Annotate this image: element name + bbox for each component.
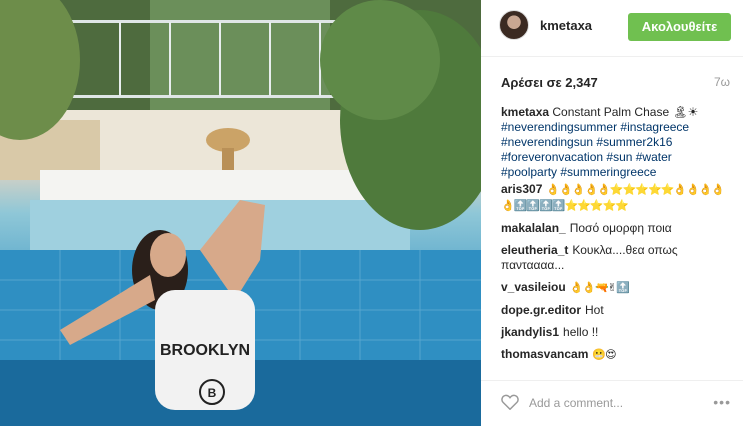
caption-username[interactable]: kmetaxa <box>501 105 549 119</box>
comment-text: Hot <box>585 303 604 317</box>
hashtag-line[interactable]: #foreveronvacation #sun #water <box>501 150 672 164</box>
more-options-icon[interactable]: ••• <box>713 394 731 410</box>
comment-item: jkandylis1 hello !! <box>501 325 733 340</box>
hashtag-line[interactable]: #neverendingsummer #instagreece <box>501 120 689 134</box>
comment-text: hello !! <box>563 325 599 339</box>
post-sidebar: kmetaxa Ακολουθείτε Αρέσει σε 2,347 7ω k… <box>481 0 743 426</box>
comment-username[interactable]: dope.gr.editor <box>501 303 581 317</box>
post-age[interactable]: 7ω <box>714 75 730 89</box>
comment-item: makalalan_ Ποσό ομορφη ποια <box>501 221 733 236</box>
hashtag-line[interactable]: #neverendingsun #summer2k16 <box>501 135 672 149</box>
comment-item: thomasvancam 😬😍 <box>501 347 733 363</box>
avatar[interactable] <box>499 10 529 40</box>
shirt-text: BROOKLYN <box>160 342 250 359</box>
post-footer: Add a comment... ••• <box>481 380 743 427</box>
comment-text: 😬😍 <box>592 349 616 361</box>
comment-item: v_vasileiou 👌👌🔫✌🔝 <box>501 280 733 296</box>
pool-scene-image: BROOKLYN B <box>0 0 481 426</box>
comment-username[interactable]: aris307 <box>501 182 542 196</box>
comment-item: eleutheria_t Κουκλα....θεα οπως πανταααα.… <box>501 243 733 273</box>
post-header: kmetaxa Ακολουθείτε <box>481 0 743 57</box>
comment-username[interactable]: thomasvancam <box>501 347 588 361</box>
comment-text: Ποσό ομορφη ποια <box>569 221 672 235</box>
heart-icon[interactable] <box>501 394 519 410</box>
post-caption: kmetaxa Constant Palm Chase 🏝☀ #neverend… <box>501 105 729 180</box>
caption-text: Constant Palm Chase 🏝☀ <box>552 105 699 119</box>
svg-text:B: B <box>208 386 217 400</box>
likes-count[interactable]: Αρέσει σε 2,347 <box>501 75 598 90</box>
comment-username[interactable]: v_vasileiou <box>501 280 566 294</box>
comment-username[interactable]: makalalan_ <box>501 221 566 235</box>
author-username[interactable]: kmetaxa <box>540 18 592 33</box>
following-button[interactable]: Ακολουθείτε <box>628 13 731 41</box>
comment-username[interactable]: jkandylis1 <box>501 325 559 339</box>
comment-item: dope.gr.editor Hot <box>501 303 733 318</box>
hashtag-line[interactable]: #poolparty #summeringreece <box>501 165 656 179</box>
add-comment-input[interactable]: Add a comment... <box>529 396 623 410</box>
comment-list: aris307 👌👌👌👌👌⭐⭐⭐⭐⭐👌👌👌👌👌🔝🔝🔝🔝⭐⭐⭐⭐⭐ makalala… <box>501 182 733 370</box>
comment-item: aris307 👌👌👌👌👌⭐⭐⭐⭐⭐👌👌👌👌👌🔝🔝🔝🔝⭐⭐⭐⭐⭐ <box>501 182 733 214</box>
post-photo[interactable]: BROOKLYN B <box>0 0 481 426</box>
comment-text: 👌👌🔫✌🔝 <box>569 282 630 294</box>
comment-username[interactable]: eleutheria_t <box>501 243 568 257</box>
